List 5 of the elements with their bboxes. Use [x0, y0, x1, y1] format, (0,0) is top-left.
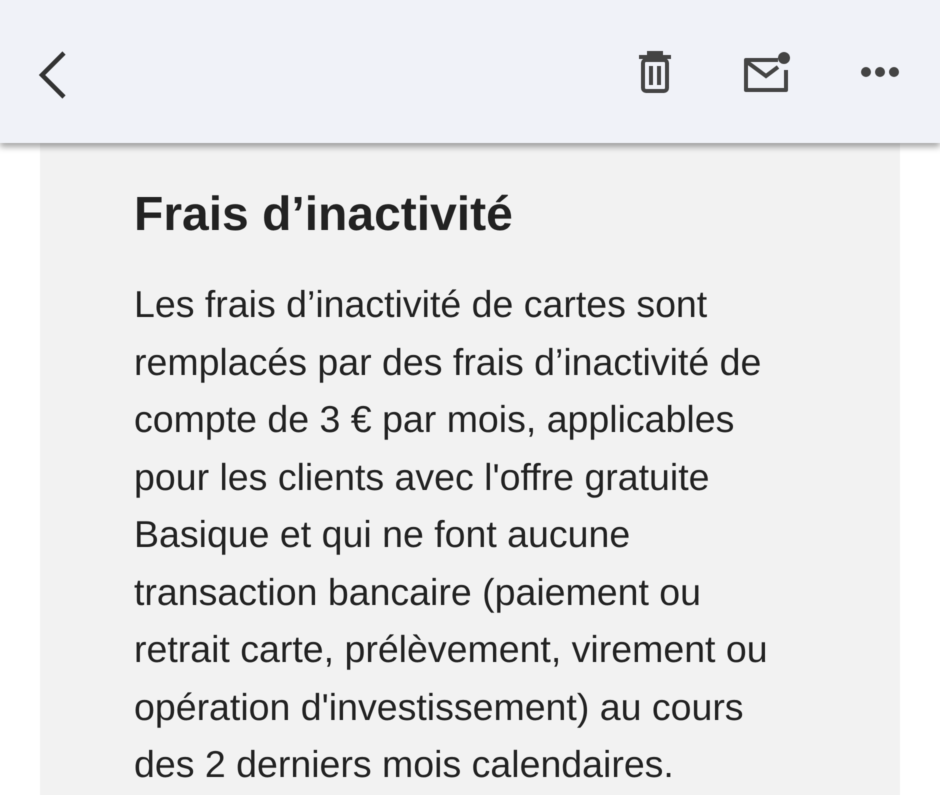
paragraph: Les frais d’inactivité de cartes sont remplacés par des frais d’inactivité de compte de 3 € par mois, applicables pour les clients avec l'offre gratuite Basique et qui ne font aucune transaction bancaire (paiement ou retrait carte, prélèvement, virement ou opération d'investissement) au cours des 2 derniers mois calendaires.: [134, 282, 769, 787]
mark-unread-button[interactable]: [742, 50, 792, 92]
more-button[interactable]: [860, 66, 900, 78]
section-heading: Frais d’inactivité: [134, 187, 514, 243]
delete-button[interactable]: [636, 50, 674, 94]
